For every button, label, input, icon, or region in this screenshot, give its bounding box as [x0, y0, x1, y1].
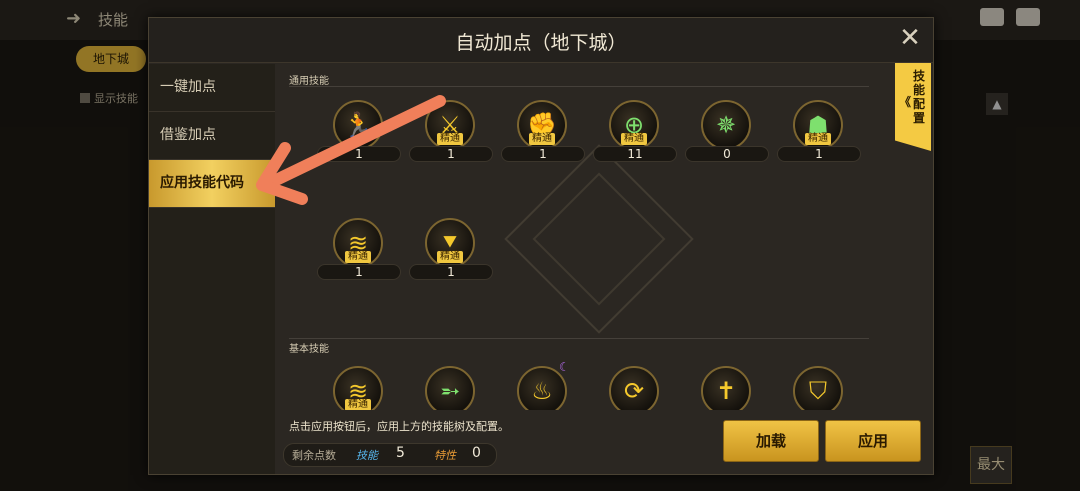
section-divider [289, 338, 869, 339]
trait-points-value: 0 [472, 445, 481, 461]
skill-slot[interactable]: ✵ 0 [685, 100, 769, 170]
mastery-badge: 精通 [345, 399, 371, 410]
sidebar-item-reference[interactable]: 借鉴加点 [149, 112, 275, 160]
skill-slot[interactable]: ≋精通 1 [317, 218, 401, 288]
skill-level: 1 [447, 147, 455, 161]
trait-points-label: 特性 [434, 449, 456, 462]
skill-level-bar: 1 [409, 264, 493, 280]
skill-slot[interactable]: ✝ 30 1 [685, 366, 769, 410]
runner-icon: 🏃 [333, 100, 383, 150]
skill-config-tab[interactable]: 《 技能配置 [895, 63, 931, 151]
skill-level-bar: 1 [501, 146, 585, 162]
skill-level: 1 [355, 147, 363, 161]
skill-slot[interactable]: ➵ 0 [409, 366, 493, 410]
chevron-left-icon: 《 [899, 95, 912, 109]
section-basic-label: 基本技能 [289, 344, 329, 355]
skill-level: 1 [815, 147, 823, 161]
moon-icon: ☾ [559, 360, 570, 374]
skill-slot[interactable]: ☾ ♨ 1 0 [501, 360, 585, 410]
auto-allocate-dialog: 自动加点（地下城） ✕ 一键加点 借鉴加点 应用技能代码 通用技能 🏃 1 ⚔ 精… [148, 17, 934, 475]
skill-slot[interactable]: ⊕ 精通 11 [593, 100, 677, 170]
fighter-icon: ✊ 精通 [517, 100, 567, 150]
skill-slot[interactable]: ⟳ 2 0 [593, 366, 677, 410]
close-icon[interactable]: ✕ [897, 25, 923, 51]
skill-slot[interactable]: ⯆ 精通 1 [409, 218, 493, 288]
slash-icon: ⚔ 精通 [425, 100, 475, 150]
skill-level: 0 [723, 147, 731, 161]
skill-points-label: 技能 [356, 449, 378, 462]
mastery-badge: 精通 [529, 133, 555, 145]
claw-strike-icon: ≋ 精通 [333, 366, 383, 410]
dialog-title: 自动加点（地下城） [455, 32, 627, 54]
skill-level-bar: 11 [593, 146, 677, 162]
skill-points-value: 5 [396, 445, 405, 461]
remaining-points: 剩余点数 技能 5 特性 0 [283, 443, 497, 467]
mastery-badge: 精通 [621, 133, 647, 145]
skill-level-bar: 1 [409, 146, 493, 162]
skill-slot[interactable]: 🏃 1 [317, 100, 401, 170]
skill-tree-panel[interactable]: 通用技能 🏃 1 ⚔ 精通 1 ✊ 精通 1 ⊕ 精通 11 ✵ 0 ☗ 精通 1 ≋ [277, 64, 887, 410]
arrow-spread-icon: ➵ [425, 366, 475, 410]
armored-icon: ☗ 精通 [793, 100, 843, 150]
sidebar-item-one-click[interactable]: 一键加点 [149, 64, 275, 112]
mastery-badge: 精通 [437, 133, 463, 145]
skill-level-bar: 0 [685, 146, 769, 162]
mastery-badge: 精通 [345, 251, 371, 263]
load-button[interactable]: 加载 [723, 420, 819, 462]
skill-level: 1 [355, 265, 363, 279]
section-common-label: 通用技能 [289, 76, 329, 87]
skill-slot[interactable]: ⚔ 精通 1 [409, 100, 493, 170]
skill-slot[interactable]: ☗ 精通 1 [777, 100, 861, 170]
boot-icon: ⯆ 精通 [425, 218, 475, 268]
cross-slash-icon: ✝ [701, 366, 751, 410]
skill-level: 1 [539, 147, 547, 161]
mastery-badge: 精通 [437, 251, 463, 263]
claw-icon: ≋ 精通 [333, 218, 383, 268]
skill-level-bar: 1 [777, 146, 861, 162]
dialog-header: 自动加点（地下城） ✕ [149, 18, 933, 63]
points-label: 剩余点数 [292, 449, 336, 462]
spin-blade-icon: ⟳ [609, 366, 659, 410]
dialog-footer: 点击应用按钮后，应用上方的技能树及配置。 剩余点数 技能 5 特性 0 加载 应… [277, 410, 933, 474]
mastery-badge: 精通 [805, 133, 831, 145]
skill-level-bar: 1 [317, 146, 401, 162]
skill-level: 11 [627, 147, 643, 161]
apply-hint: 点击应用按钮后，应用上方的技能树及配置。 [289, 420, 509, 433]
section-divider [289, 86, 869, 87]
shield-icon: ⛉ [793, 366, 843, 410]
skill-slot[interactable]: ✊ 精通 1 [501, 100, 585, 170]
skill-slot[interactable]: ≋精通 1 [317, 366, 401, 410]
dialog-sidebar: 一键加点 借鉴加点 应用技能代码 [149, 64, 275, 474]
skill-slot[interactable]: ⛉ 0 [777, 366, 861, 410]
flame-slash-icon: ♨ [517, 366, 567, 410]
crosshair-icon: ⊕ 精通 [609, 100, 659, 150]
sidebar-item-apply-code[interactable]: 应用技能代码 [149, 160, 275, 208]
apply-button[interactable]: 应用 [825, 420, 921, 462]
skill-level: 1 [447, 265, 455, 279]
skill-level-bar: 1 [317, 264, 401, 280]
target-star-icon: ✵ [701, 100, 751, 150]
config-tab-label: 技能配置 [913, 69, 926, 125]
